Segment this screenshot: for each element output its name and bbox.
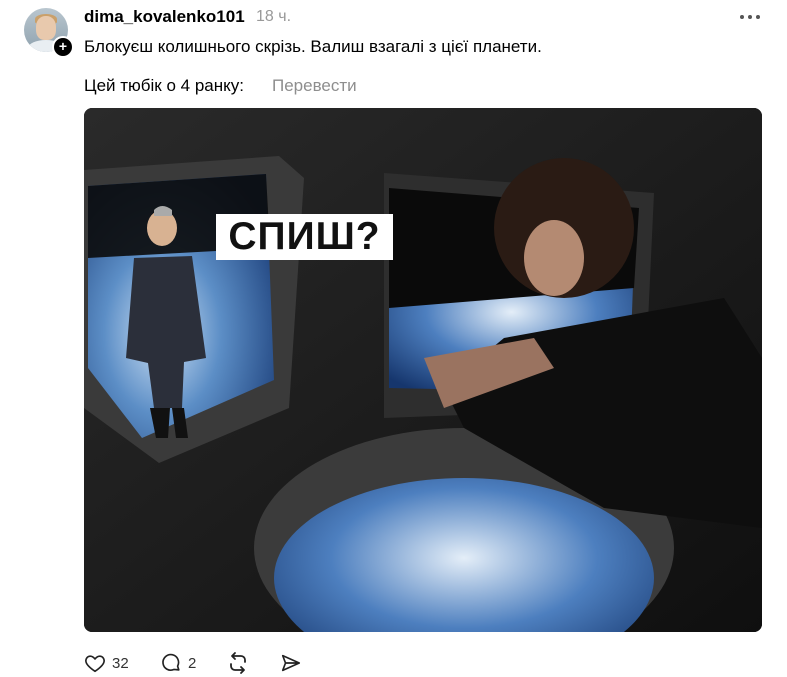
post-text-line1: Блокуєш колишнього скрізь. Валиш взагалі…	[84, 37, 542, 56]
post-text-line2: Цей тюбік о 4 ранку:	[84, 76, 244, 95]
translate-link[interactable]: Перевести	[272, 76, 357, 96]
thread-post: + dima_kovalenko101 18 ч. Блокуєш колишн…	[0, 0, 787, 677]
like-button[interactable]: 32	[84, 650, 129, 676]
heart-icon	[85, 655, 105, 673]
avatar-face	[36, 16, 56, 40]
username[interactable]: dima_kovalenko101	[84, 7, 245, 27]
dot	[740, 15, 744, 19]
comment-count: 2	[188, 654, 197, 672]
share-icon	[281, 654, 301, 672]
post-image[interactable]: СПИШ?	[84, 108, 762, 632]
avatar-container[interactable]: +	[24, 8, 74, 58]
like-count: 32	[112, 654, 129, 672]
image-caption: СПИШ?	[216, 214, 393, 260]
repost-icon	[230, 652, 246, 674]
space-station-scene	[84, 108, 762, 632]
repost-button[interactable]	[226, 650, 250, 676]
comment-button[interactable]: 2	[160, 650, 196, 676]
share-button[interactable]	[280, 650, 302, 676]
comment-icon	[162, 653, 180, 671]
dot	[756, 15, 760, 19]
dot	[748, 15, 752, 19]
timestamp[interactable]: 18 ч.	[256, 8, 291, 26]
more-dots-icon[interactable]	[738, 6, 762, 26]
plus-icon[interactable]: +	[52, 36, 74, 58]
